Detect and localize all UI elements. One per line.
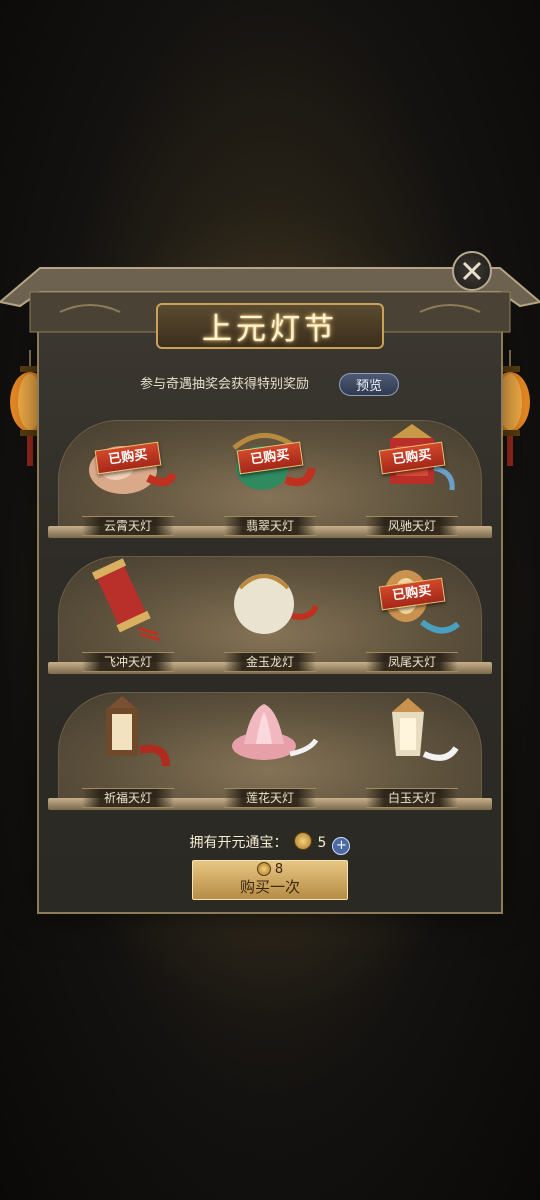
- lantern-icon: [234, 574, 319, 634]
- event-title: 上元灯节: [156, 303, 384, 349]
- lantern-item[interactable]: 已购买 翡翠天灯: [200, 410, 340, 538]
- lantern-row: 已购买 云霄天灯 已购买 翡翠天灯 已购买 风驰天灯: [48, 410, 492, 538]
- lantern-icon: [232, 704, 319, 760]
- lantern-row: 飞冲天灯 金玉龙灯 已购买 凤尾天灯: [48, 546, 492, 674]
- lantern-item[interactable]: 已购买 凤尾天灯: [342, 546, 482, 674]
- lantern-name: 祈福天灯: [82, 788, 174, 808]
- currency-balance: 拥有开元通宝： 5 +: [0, 832, 540, 855]
- lantern-name: 翡翠天灯: [224, 516, 316, 536]
- lantern-name: 白玉天灯: [366, 788, 458, 808]
- buy-label: 购买一次: [239, 878, 300, 896]
- lantern-icon: [91, 558, 161, 642]
- lantern-item[interactable]: 白玉天灯: [342, 682, 482, 810]
- buy-cost-value: 8: [274, 862, 284, 877]
- preview-button[interactable]: 预览: [339, 373, 399, 396]
- buy-cost: 8: [193, 862, 347, 878]
- buy-once-button[interactable]: 8 购买一次: [192, 860, 348, 900]
- lantern-name: 云霄天灯: [82, 516, 174, 536]
- lantern-name: 金玉龙灯: [224, 652, 316, 672]
- event-description: 参与奇遇抽奖会获得特别奖励: [140, 377, 310, 392]
- lantern-name: 风驰天灯: [366, 516, 458, 536]
- add-currency-button[interactable]: +: [332, 837, 351, 855]
- lantern-grid: 已购买 云霄天灯 已购买 翡翠天灯 已购买 风驰天灯 飞冲天灯 金玉龙灯 已购买…: [48, 410, 492, 818]
- lantern-item[interactable]: 已购买 风驰天灯: [342, 410, 482, 538]
- lantern-row: 祈福天灯 莲花天灯 白玉天灯: [48, 682, 492, 810]
- coin-icon: [293, 832, 312, 850]
- currency-label: 拥有开元通宝：: [189, 835, 288, 851]
- lantern-item[interactable]: 飞冲天灯: [58, 546, 198, 674]
- lantern-icon: [392, 698, 459, 761]
- currency-count: 5: [317, 835, 327, 851]
- close-icon: [462, 261, 482, 281]
- lantern-name: 凤尾天灯: [366, 652, 458, 672]
- lantern-item[interactable]: 祈福天灯: [58, 682, 198, 810]
- coin-icon: [256, 862, 271, 876]
- lantern-item[interactable]: 金玉龙灯: [200, 546, 340, 674]
- lantern-item[interactable]: 莲花天灯: [200, 682, 340, 810]
- lantern-name: 莲花天灯: [224, 788, 316, 808]
- lantern-item[interactable]: 已购买 云霄天灯: [58, 410, 198, 538]
- close-button[interactable]: [452, 251, 492, 291]
- lantern-name: 飞冲天灯: [82, 652, 174, 672]
- lantern-icon: [106, 696, 170, 767]
